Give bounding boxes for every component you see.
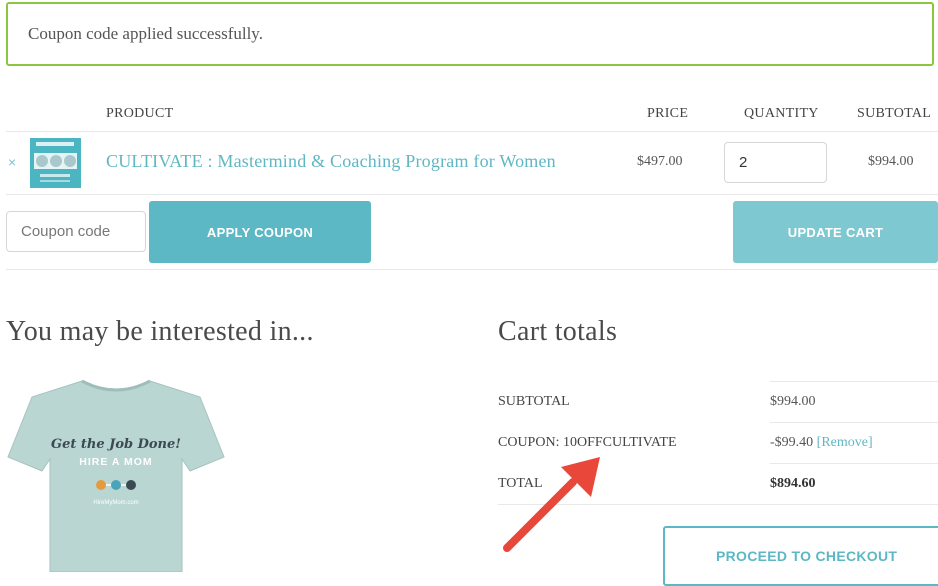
coupon-discount-value: -$99.40 <box>770 435 814 450</box>
tshirt-product-image[interactable]: Get the Job Done! HIRE A MOM HireMyMom.c… <box>4 375 229 572</box>
quantity-input[interactable]: 2 <box>724 142 827 183</box>
proceed-to-checkout-button[interactable]: PROCEED TO CHECKOUT <box>663 526 938 586</box>
apply-coupon-button[interactable]: APPLY COUPON <box>149 201 371 263</box>
product-price: $497.00 <box>637 154 683 169</box>
product-name-link[interactable]: CULTIVATE : Mastermind & Coaching Progra… <box>106 151 556 172</box>
product-thumbnail[interactable] <box>30 138 81 188</box>
totals-divider <box>770 463 938 464</box>
table-divider <box>6 131 938 132</box>
header-quantity: QUANTITY <box>744 106 819 121</box>
success-notice: Coupon code applied successfully. <box>6 2 934 66</box>
subtotal-label: SUBTOTAL <box>498 394 570 409</box>
coupon-code-input[interactable]: Coupon code <box>6 211 146 252</box>
product-subtotal: $994.00 <box>868 154 914 169</box>
totals-divider <box>770 422 938 423</box>
tshirt-line2: HIRE A MOM <box>79 456 152 468</box>
totals-divider <box>770 381 938 382</box>
quantity-value: 2 <box>739 154 748 171</box>
actions-divider <box>6 269 938 270</box>
annotation-arrow-icon <box>503 457 600 552</box>
coupon-placeholder: Coupon code <box>21 223 111 240</box>
notice-message: Coupon code applied successfully. <box>28 24 263 43</box>
subtotal-value: $994.00 <box>770 394 816 409</box>
tshirt-line1: Get the Job Done! <box>51 437 181 452</box>
table-divider <box>6 194 938 195</box>
remove-coupon-link[interactable]: [Remove] <box>817 435 873 450</box>
header-subtotal: SUBTOTAL <box>857 106 932 121</box>
coupon-label: COUPON: 10OFFCULTIVATE <box>498 435 677 450</box>
tshirt-line3: HireMyMom.com <box>93 500 138 506</box>
cart-totals-title: Cart totals <box>498 316 618 347</box>
coupon-row-value: -$99.40 [Remove] <box>770 435 873 451</box>
cross-sells-title: You may be interested in... <box>6 316 314 347</box>
update-cart-button[interactable]: UPDATE CART <box>733 201 938 263</box>
header-price: PRICE <box>647 106 689 121</box>
remove-item-icon[interactable]: × <box>8 154 16 170</box>
header-product: PRODUCT <box>106 106 174 121</box>
total-value: $894.60 <box>770 476 816 491</box>
